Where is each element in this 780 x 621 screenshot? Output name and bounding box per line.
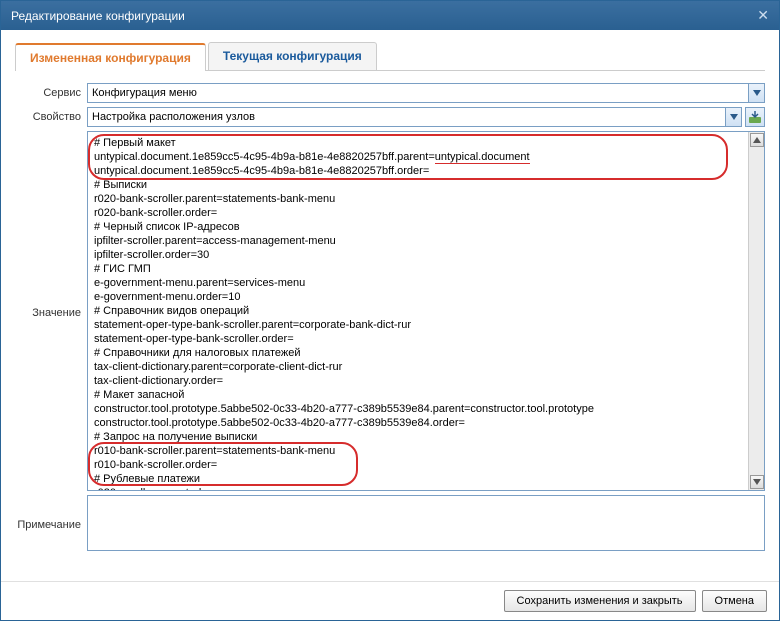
scroll-up-icon[interactable] (750, 133, 764, 147)
value-line: statement-oper-type-bank-scroller.parent… (94, 318, 742, 332)
close-icon[interactable]: ✕ (757, 7, 769, 24)
row-property: Свойство Настройка расположения узлов (15, 107, 765, 127)
value-line: r020-bank-scroller.order= (94, 206, 742, 220)
property-value: Настройка расположения узлов (88, 109, 725, 125)
label-property: Свойство (15, 107, 87, 123)
value-line: ipfilter-scroller.order=30 (94, 248, 742, 262)
value-line: tax-client-dictionary.parent=corporate-c… (94, 360, 742, 374)
notes-textarea[interactable] (87, 495, 765, 551)
value-line: # Черный список IP-адресов (94, 220, 742, 234)
cancel-button[interactable]: Отмена (702, 590, 767, 612)
value-line: # Справочники для налоговых платежей (94, 346, 742, 360)
value-line: ipfilter-scroller.parent=access-manageme… (94, 234, 742, 248)
value-line: # Макет запасной (94, 388, 742, 402)
content-area: Измененная конфигурация Текущая конфигур… (1, 30, 779, 620)
row-value: Значение # Первый макетuntypical.documen… (15, 131, 765, 491)
value-line: e-government-menu.parent=services-menu (94, 276, 742, 290)
value-line: constructor.tool.prototype.5abbe502-0c33… (94, 416, 742, 430)
tab-changed-config[interactable]: Измененная конфигурация (15, 43, 206, 71)
value-line: # Запрос на получение выписки (94, 430, 742, 444)
service-combo[interactable]: Конфигурация меню (87, 83, 765, 103)
scroll-down-icon[interactable] (750, 475, 764, 489)
import-icon[interactable] (745, 107, 765, 127)
value-line: # Выписки (94, 178, 742, 192)
save-button[interactable]: Сохранить изменения и закрыть (504, 590, 696, 612)
footer: Сохранить изменения и закрыть Отмена (1, 581, 779, 620)
value-textarea[interactable]: # Первый макетuntypical.document.1e859cc… (87, 131, 765, 491)
value-line: r020-bank-scroller.parent=statements-ban… (94, 192, 742, 206)
value-line: constructor.tool.prototype.5abbe502-0c33… (94, 402, 742, 416)
label-value: Значение (15, 303, 87, 319)
value-line: r030-scroller.parent=rko-rur-menu (94, 486, 742, 490)
value-line: statement-oper-type-bank-scroller.order= (94, 332, 742, 346)
window-title: Редактирование конфигурации (11, 9, 185, 23)
tab-strip: Измененная конфигурация Текущая конфигур… (15, 42, 765, 71)
value-line: # Рублевые платежи (94, 472, 742, 486)
titlebar: Редактирование конфигурации ✕ (1, 1, 779, 30)
value-line: r010-bank-scroller.parent=statements-ban… (94, 444, 742, 458)
label-service: Сервис (15, 83, 87, 99)
scrollbar-vertical[interactable] (748, 132, 764, 490)
value-content[interactable]: # Первый макетuntypical.document.1e859cc… (88, 132, 748, 490)
row-service: Сервис Конфигурация меню (15, 83, 765, 103)
chevron-down-icon[interactable] (725, 108, 741, 126)
value-line: untypical.document.1e859cc5-4c95-4b9a-b8… (94, 164, 742, 178)
value-line: # Первый макет (94, 136, 742, 150)
property-combo[interactable]: Настройка расположения узлов (87, 107, 742, 127)
value-line: # Справочник видов операций (94, 304, 742, 318)
value-line: untypical.document.1e859cc5-4c95-4b9a-b8… (94, 150, 742, 164)
config-edit-window: Редактирование конфигурации ✕ Измененная… (0, 0, 780, 621)
value-line: e-government-menu.order=10 (94, 290, 742, 304)
label-notes: Примечание (15, 515, 87, 531)
service-value: Конфигурация меню (88, 85, 748, 101)
row-notes: Примечание (15, 495, 765, 551)
value-line: # ГИС ГМП (94, 262, 742, 276)
value-line: tax-client-dictionary.order= (94, 374, 742, 388)
chevron-down-icon[interactable] (748, 84, 764, 102)
tab-current-config[interactable]: Текущая конфигурация (208, 42, 377, 70)
value-line: r010-bank-scroller.order= (94, 458, 742, 472)
